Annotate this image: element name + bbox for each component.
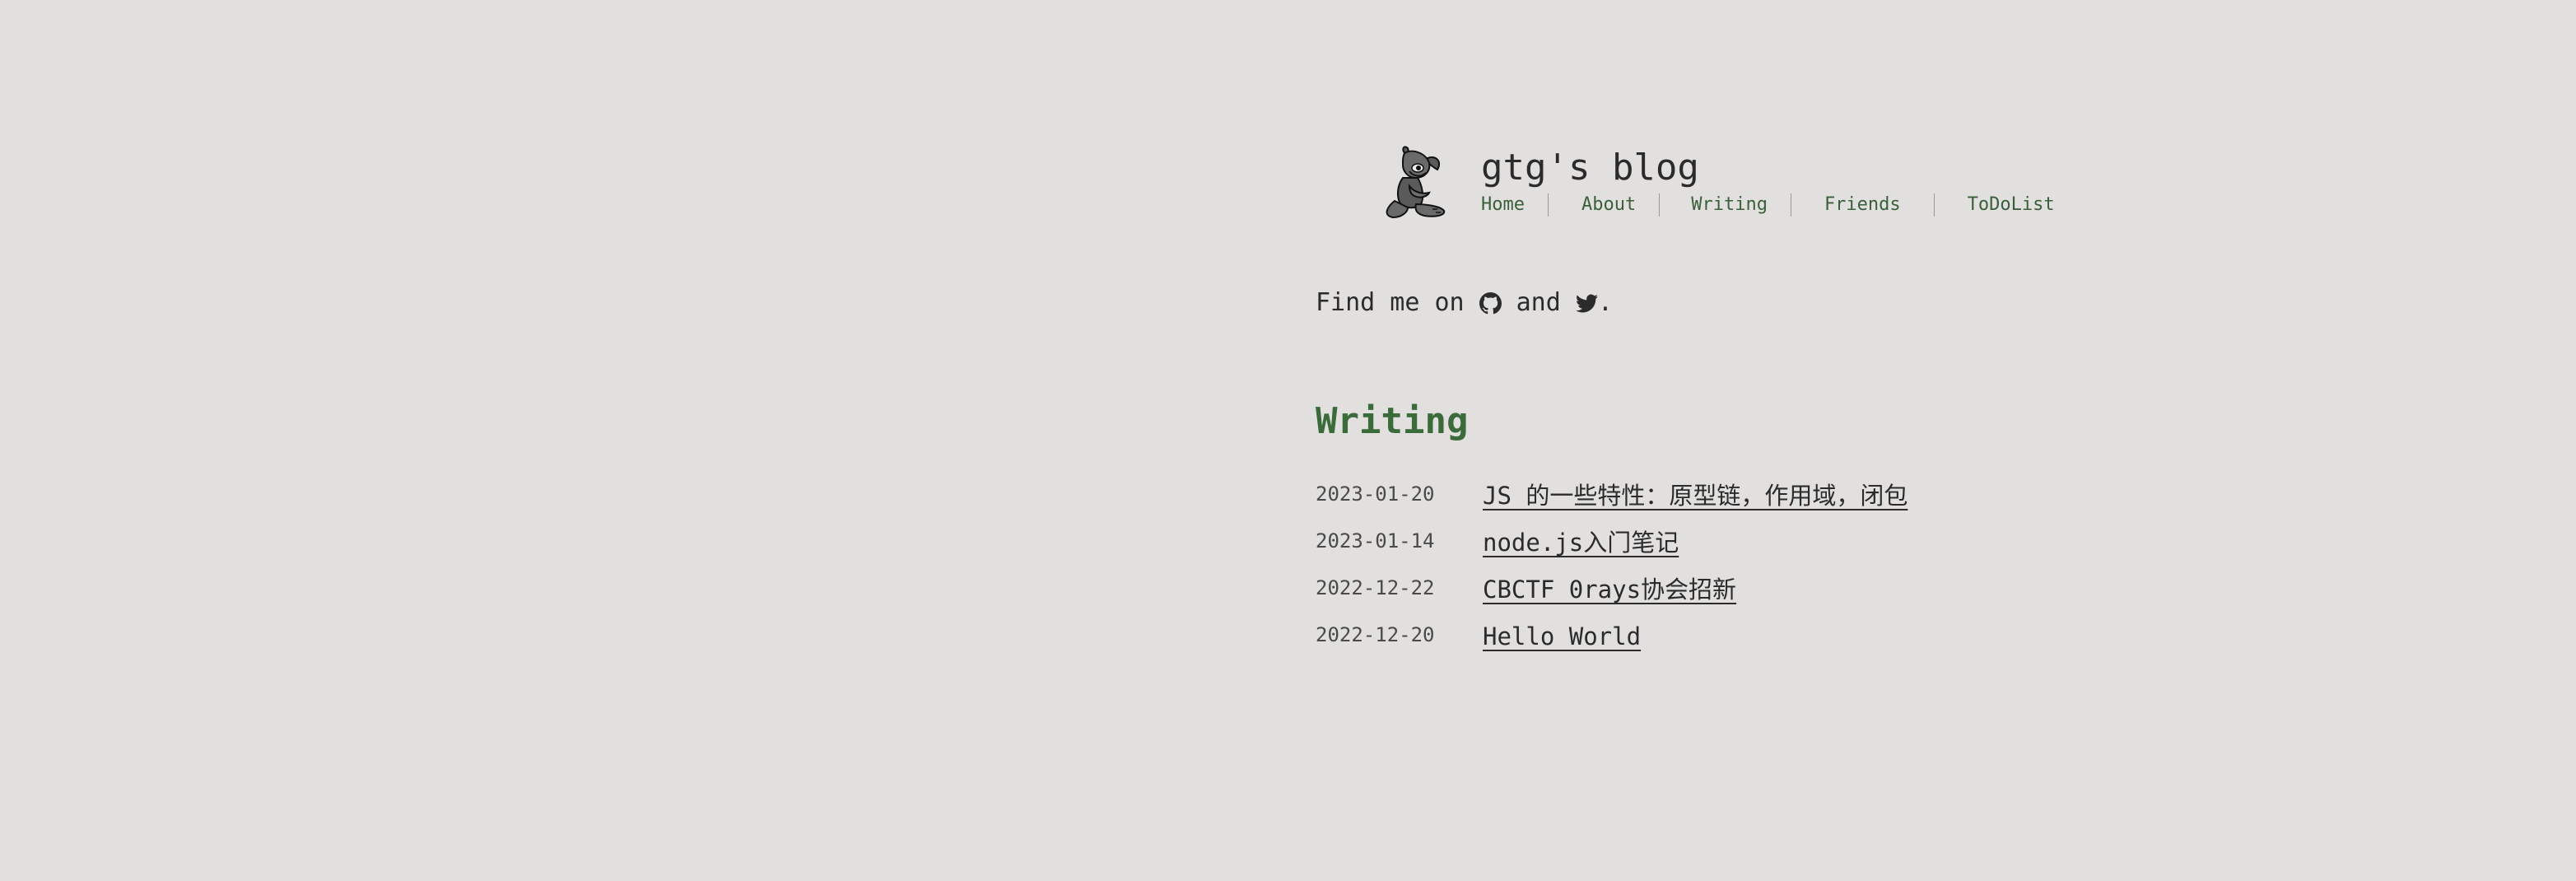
page: gtg's blog Home About Writing Friends To… bbox=[0, 0, 2576, 881]
site-title[interactable]: gtg's blog bbox=[1481, 145, 1699, 191]
post-date: 2023-01-14 bbox=[1316, 529, 1435, 552]
find-me-line: Find me on and . bbox=[1316, 287, 1613, 319]
dog-mascot-icon bbox=[1386, 146, 1446, 219]
post-date: 2023-01-20 bbox=[1316, 482, 1435, 506]
site-logo[interactable] bbox=[1380, 143, 1452, 221]
find-me-prefix: Find me on bbox=[1316, 288, 1465, 317]
post-link[interactable]: JS 的一些特性：原型链，作用域，闭包 bbox=[1483, 478, 1908, 514]
post-link[interactable]: node.js入门笔记 bbox=[1483, 524, 1679, 561]
twitter-icon[interactable] bbox=[1575, 292, 1598, 315]
post-item: 2022-12-22 CBCTF 0rays协会招新 bbox=[1316, 571, 1908, 618]
find-me-conjunction: and bbox=[1516, 288, 1561, 317]
post-item: 2023-01-20 JS 的一些特性：原型链，作用域，闭包 bbox=[1316, 478, 1908, 524]
post-date: 2022-12-20 bbox=[1316, 623, 1435, 646]
nav-item-todolist[interactable]: ToDoList bbox=[1968, 193, 2055, 217]
post-item: 2022-12-20 Hello World bbox=[1316, 618, 1908, 665]
nav-item-writing[interactable]: Writing bbox=[1691, 193, 1768, 217]
nav-divider bbox=[1547, 193, 1549, 217]
post-item: 2023-01-14 node.js入门笔记 bbox=[1316, 524, 1908, 571]
post-date: 2022-12-22 bbox=[1316, 576, 1435, 599]
writing-heading: Writing bbox=[1316, 400, 1469, 442]
nav-divider bbox=[1659, 193, 1661, 217]
find-me-suffix: . bbox=[1597, 288, 1613, 317]
post-link[interactable]: Hello World bbox=[1483, 618, 1641, 655]
github-icon[interactable] bbox=[1479, 291, 1502, 315]
post-list: 2023-01-20 JS 的一些特性：原型链，作用域，闭包 2023-01-1… bbox=[1316, 478, 1908, 665]
nav-divider bbox=[1933, 193, 1935, 217]
nav-item-about[interactable]: About bbox=[1581, 193, 1636, 217]
post-link[interactable]: CBCTF 0rays协会招新 bbox=[1483, 571, 1736, 608]
nav-item-friends[interactable]: Friends bbox=[1824, 193, 1901, 217]
nav-item-home[interactable]: Home bbox=[1481, 193, 1525, 217]
main-nav: Home About Writing Friends ToDoList bbox=[1481, 193, 2055, 217]
